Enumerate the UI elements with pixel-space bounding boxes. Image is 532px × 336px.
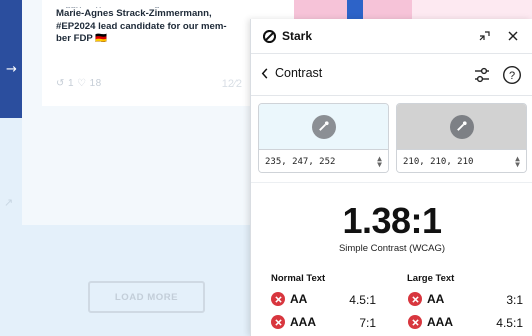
fail-icon [271, 292, 285, 306]
arrow-icon: → [6, 62, 17, 77]
blue-side-strip: → [0, 0, 22, 118]
large-aaa-result: AAA [408, 315, 453, 329]
large-aa-result: AA [408, 292, 444, 306]
back-button[interactable]: Contrast [261, 66, 322, 80]
foreground-stepper-icon[interactable]: ▲ ▼ [377, 155, 382, 169]
load-more-button[interactable]: LOAD MORE [88, 281, 205, 313]
foreground-color-input[interactable]: 235, 247, 252 ▲ ▼ [259, 149, 388, 172]
divider [251, 182, 532, 183]
stark-panel: Stark Contrast ? 235, 247, 252 ▲ ▼ 210, … [250, 19, 532, 336]
nav-bar: Contrast ? [251, 54, 532, 96]
contrast-method-label: Simple Contrast (WCAG) [338, 243, 446, 254]
background-swatch: 210, 210, 210 ▲ ▼ [396, 103, 527, 173]
tweet-date: 12⁄2 [221, 78, 242, 90]
normal-aaa-requirement: 7:1 [359, 316, 376, 330]
background-value: 210, 210, 210 [403, 157, 474, 167]
normal-text-heading: Normal Text [271, 273, 326, 284]
normal-aa-result: AA [271, 292, 307, 306]
back-label: Contrast [275, 66, 323, 80]
tweet-line: Marie-Agnes Strack-Zimmermann, [56, 8, 212, 19]
app-title: Stark [282, 29, 313, 43]
normal-aa-requirement: 4.5:1 [349, 293, 376, 307]
fail-icon [271, 315, 285, 329]
help-icon[interactable]: ? [502, 65, 522, 85]
normal-aaa-result: AAA [271, 315, 316, 329]
level-label: AA [427, 292, 445, 306]
banner-blue-block [347, 0, 363, 20]
svg-text:?: ? [509, 70, 515, 82]
contrast-ratio: 1.38:1 [342, 200, 442, 241]
background-color-preview [397, 104, 526, 149]
settings-sliders-icon[interactable] [472, 65, 492, 85]
large-aaa-requirement: 4.5:1 [496, 316, 523, 330]
fail-icon [408, 315, 422, 329]
minimize-icon[interactable] [476, 28, 492, 44]
background-color-input[interactable]: 210, 210, 210 ▲ ▼ [397, 149, 526, 172]
tweet-meta: ↺ 1 ♡ 18 [56, 78, 102, 89]
level-label: AA [290, 292, 308, 306]
tweet-line: ber FDP 🇩🇪 [56, 33, 108, 44]
banner-light-pink-block [412, 0, 532, 20]
level-label: AAA [427, 315, 453, 329]
large-text-heading: Large Text [407, 273, 455, 284]
tweet-text: …ppy … y…… …… …g Marie-Agnes Strack-Zimm… [56, 4, 246, 46]
foreground-swatch: 235, 247, 252 ▲ ▼ [258, 103, 389, 173]
large-aa-requirement: 3:1 [506, 293, 523, 307]
fail-icon [408, 292, 422, 306]
level-label: AAA [290, 315, 316, 329]
tweet-card[interactable]: …ppy … y…… …… …g Marie-Agnes Strack-Zimm… [42, 0, 250, 106]
panel-header: Stark [251, 19, 532, 54]
faint-mark-icon: ↗ [4, 197, 14, 209]
background-eyedropper-button[interactable] [449, 114, 474, 139]
foreground-value: 235, 247, 252 [265, 157, 336, 167]
close-icon[interactable] [505, 28, 521, 44]
foreground-eyedropper-button[interactable] [311, 114, 336, 139]
eyedropper-icon [319, 121, 329, 131]
foreground-color-preview [259, 104, 388, 149]
tweet-line: #EP2024 lead candidate for our mem- [56, 20, 227, 32]
stark-logo-icon [263, 30, 276, 43]
chevron-left-icon [261, 67, 268, 79]
background-stepper-icon[interactable]: ▲ ▼ [515, 155, 520, 169]
eyedropper-icon [457, 121, 467, 131]
